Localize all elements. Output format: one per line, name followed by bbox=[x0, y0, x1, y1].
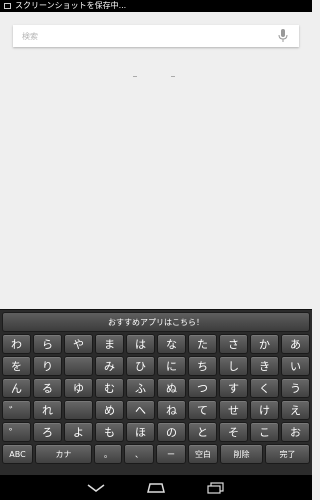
space-key[interactable]: 空白 bbox=[188, 444, 218, 464]
key[interactable]: わ bbox=[2, 334, 31, 354]
key[interactable]: か bbox=[250, 334, 279, 354]
key[interactable]: い bbox=[281, 356, 310, 376]
key[interactable]: ち bbox=[188, 356, 217, 376]
abc-key[interactable]: ABC bbox=[2, 444, 33, 464]
key[interactable]: ひ bbox=[126, 356, 155, 376]
key[interactable]: ほ bbox=[126, 422, 155, 442]
loading-dash-right bbox=[171, 76, 175, 77]
key[interactable]: さ bbox=[219, 334, 248, 354]
key[interactable]: く bbox=[250, 378, 279, 398]
key[interactable]: き bbox=[250, 356, 279, 376]
key[interactable]: ゛ bbox=[2, 400, 31, 420]
key[interactable]: し bbox=[219, 356, 248, 376]
key[interactable]: に bbox=[157, 356, 186, 376]
key[interactable]: つ bbox=[188, 378, 217, 398]
key[interactable]: せ bbox=[219, 400, 248, 420]
key[interactable]: を bbox=[2, 356, 31, 376]
delete-key[interactable]: 削除 bbox=[220, 444, 263, 464]
home-icon[interactable] bbox=[126, 475, 186, 500]
key[interactable]: お bbox=[281, 422, 310, 442]
key[interactable] bbox=[64, 356, 93, 376]
key[interactable]: す bbox=[219, 378, 248, 398]
key[interactable]: う bbox=[281, 378, 310, 398]
key[interactable]: と bbox=[188, 422, 217, 442]
status-notification-text: スクリーンショットを保存中... bbox=[15, 1, 127, 10]
key[interactable]: る bbox=[33, 378, 62, 398]
search-input[interactable]: 検索 bbox=[22, 31, 273, 42]
key[interactable]: ゜ bbox=[2, 422, 31, 442]
key[interactable]: め bbox=[95, 400, 124, 420]
key[interactable]: ろ bbox=[33, 422, 62, 442]
key[interactable]: は bbox=[126, 334, 155, 354]
key[interactable]: ね bbox=[157, 400, 186, 420]
key[interactable]: え bbox=[281, 400, 310, 420]
key[interactable]: ゆ bbox=[64, 378, 93, 398]
japanese-keyboard: おすすめアプリはこちら！ わらやまはなたさかあをり みひにちしきいんるゆむふぬつす… bbox=[0, 309, 312, 476]
kana-key[interactable]: カナ bbox=[35, 444, 92, 464]
back-icon[interactable] bbox=[66, 475, 126, 500]
key[interactable]: み bbox=[95, 356, 124, 376]
key[interactable]: ん bbox=[2, 378, 31, 398]
key[interactable]: の bbox=[157, 422, 186, 442]
recent-apps-icon[interactable] bbox=[186, 475, 246, 500]
key[interactable]: へ bbox=[126, 400, 155, 420]
key[interactable]: こ bbox=[250, 422, 279, 442]
loading-dash-left bbox=[133, 76, 137, 77]
key[interactable]: む bbox=[95, 378, 124, 398]
key[interactable]: な bbox=[157, 334, 186, 354]
key[interactable]: た bbox=[188, 334, 217, 354]
key[interactable]: れ bbox=[33, 400, 62, 420]
key[interactable]: よ bbox=[64, 422, 93, 442]
key[interactable]: そ bbox=[219, 422, 248, 442]
period-key[interactable]: 。 bbox=[94, 444, 122, 464]
comma-key[interactable]: 、 bbox=[124, 444, 154, 464]
key[interactable]: や bbox=[64, 334, 93, 354]
key[interactable] bbox=[64, 400, 93, 420]
key[interactable]: あ bbox=[281, 334, 310, 354]
search-bar[interactable]: 検索 bbox=[13, 25, 299, 47]
key[interactable]: り bbox=[33, 356, 62, 376]
long-vowel-key[interactable]: ー bbox=[156, 444, 186, 464]
done-key[interactable]: 完了 bbox=[265, 444, 310, 464]
microphone-icon[interactable] bbox=[273, 26, 293, 46]
key[interactable]: ふ bbox=[126, 378, 155, 398]
key[interactable]: ま bbox=[95, 334, 124, 354]
key[interactable]: ぬ bbox=[157, 378, 186, 398]
key[interactable]: も bbox=[95, 422, 124, 442]
key[interactable]: ら bbox=[33, 334, 62, 354]
navigation-bar bbox=[0, 475, 312, 500]
status-bar: スクリーンショットを保存中... bbox=[0, 0, 312, 12]
key[interactable]: け bbox=[250, 400, 279, 420]
suggestion-bar[interactable]: おすすめアプリはこちら！ bbox=[2, 312, 310, 332]
screenshot-notification-icon bbox=[4, 3, 11, 9]
key[interactable]: て bbox=[188, 400, 217, 420]
